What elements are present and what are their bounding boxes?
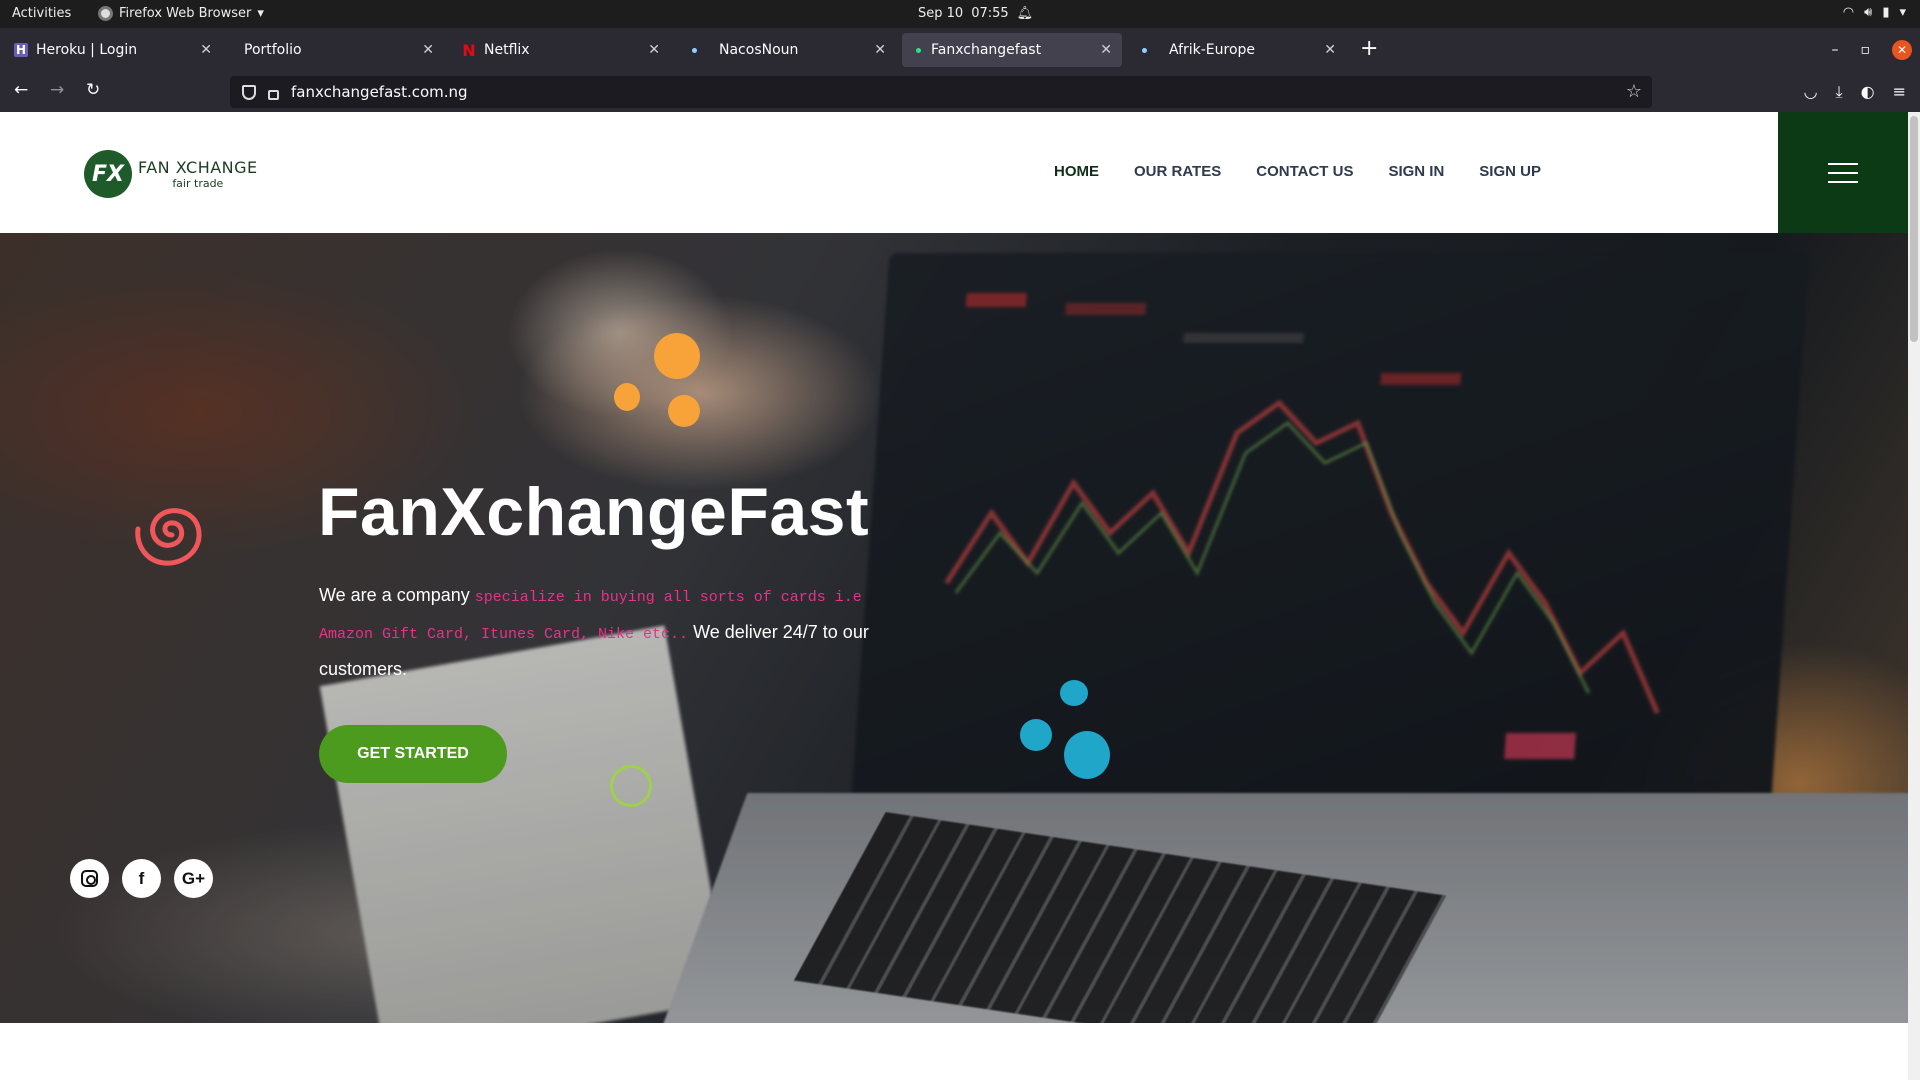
site-header: FX FAN XCHANGE fair trade HOME OUR RATES… <box>0 112 1908 233</box>
hero-title: FanXchangeFast <box>318 474 870 550</box>
tab-afrik-europe[interactable]: Afrik-Europe ✕ <box>1128 33 1346 67</box>
close-window-icon[interactable]: ✕ <box>1892 40 1912 60</box>
close-icon[interactable]: ✕ <box>200 42 212 58</box>
hamburger-icon <box>1828 162 1858 165</box>
decor-dot <box>668 395 700 427</box>
close-icon[interactable]: ✕ <box>874 42 886 58</box>
logo-mark: FX <box>84 150 132 198</box>
close-icon[interactable]: ✕ <box>1100 42 1112 58</box>
netflix-icon: N <box>462 40 476 60</box>
tab-portfolio[interactable]: Portfolio ✕ <box>226 33 444 67</box>
app-menu[interactable]: Firefox Web Browser ▾ <box>98 6 264 21</box>
tab-title: NacosNoun <box>719 42 799 58</box>
decor-dot <box>614 383 640 411</box>
shield-icon[interactable] <box>242 84 256 100</box>
swirl-decoration <box>135 508 202 566</box>
alarm-icon: 🔔︎ <box>1016 6 1034 21</box>
caret-down-icon: ▾ <box>1899 5 1906 20</box>
page-scrollbar[interactable] <box>1908 112 1920 1080</box>
logo-tagline: fair trade <box>172 177 224 190</box>
menu-item-sign-in[interactable]: SIGN IN <box>1388 163 1444 180</box>
facebook-link[interactable]: f <box>122 859 161 898</box>
bookmark-star-icon[interactable]: ☆ <box>1626 81 1642 102</box>
tab-title: Heroku | Login <box>36 42 138 58</box>
decor-dot <box>654 333 700 379</box>
tab-fanxchangefast[interactable]: Fanxchangefast ✕ <box>902 33 1122 67</box>
hero-overlay <box>0 233 1908 1023</box>
decor-dot <box>1060 680 1088 706</box>
navigation-bar: ← → ↻ fanxchangefast.com.ng ☆ ◡ ⤓ ◐ ≡ <box>0 72 1920 112</box>
clock[interactable]: Sep 10 07:55 🔔︎ <box>918 6 1033 21</box>
dot-icon <box>916 47 921 53</box>
window-controls: – ▫ ✕ <box>1832 40 1912 60</box>
google-plus-icon: G+ <box>181 868 206 888</box>
reload-icon[interactable]: ↻ <box>86 80 100 100</box>
dot-icon <box>692 47 697 53</box>
hamburger-line <box>1828 180 1858 183</box>
clock-time: 07:55 <box>971 6 1009 21</box>
logo-brand: FAN XCHANGE <box>138 158 258 177</box>
web-page: FX FAN XCHANGE fair trade HOME OUR RATES… <box>0 112 1908 1080</box>
google-plus-link[interactable]: G+ <box>174 859 213 898</box>
clock-date: Sep 10 <box>918 6 964 21</box>
new-tab-button[interactable]: + <box>1360 34 1378 64</box>
scrollbar-thumb[interactable] <box>1910 116 1918 342</box>
facebook-icon: f <box>138 868 145 888</box>
tab-strip: H Heroku | Login ✕ Portfolio ✕ N Netflix… <box>0 28 1920 72</box>
tab-nacosnoun[interactable]: NacosNoun ✕ <box>678 33 896 67</box>
close-icon[interactable]: ✕ <box>648 42 660 58</box>
social-links: f G+ <box>70 859 213 898</box>
hero-description-lead: We are a company <box>319 585 475 605</box>
menu-item-our-rates[interactable]: OUR RATES <box>1134 163 1221 180</box>
menu-item-contact-us[interactable]: CONTACT US <box>1256 163 1353 180</box>
tab-netflix[interactable]: N Netflix ✕ <box>452 33 670 67</box>
url-text[interactable]: fanxchangefast.com.ng <box>291 83 468 101</box>
toolbar-icons: ◡ ⤓ ◐ ≡ <box>1804 82 1906 102</box>
menu-icon[interactable]: ≡ <box>1893 82 1906 102</box>
main-menu: HOME OUR RATES CONTACT US SIGN IN SIGN U… <box>1054 163 1541 180</box>
lock-icon[interactable] <box>268 89 279 100</box>
activities-button[interactable]: Activities <box>12 6 71 21</box>
back-icon[interactable]: ← <box>14 80 28 100</box>
caret-down-icon: ▾ <box>257 6 264 21</box>
hero-description: We are a company specialize in buying al… <box>319 578 899 686</box>
system-top-bar: Activities Firefox Web Browser ▾ Sep 10 … <box>0 0 1920 28</box>
url-bar[interactable]: fanxchangefast.com.ng ☆ <box>230 76 1652 108</box>
hamburger-menu-button[interactable] <box>1778 112 1908 233</box>
extension-icon[interactable]: ◐ <box>1861 82 1875 102</box>
instagram-link[interactable] <box>70 859 109 898</box>
decor-dot <box>1020 719 1052 751</box>
tab-title: Netflix <box>484 42 530 58</box>
volume-icon: 🔊︎ <box>1864 5 1873 20</box>
maximize-icon[interactable]: ▫ <box>1861 42 1871 58</box>
app-menu-label: Firefox Web Browser <box>119 6 252 21</box>
download-icon[interactable]: ⤓ <box>1836 82 1843 102</box>
ring-decoration <box>610 765 652 807</box>
wifi-icon: ◠ <box>1842 5 1855 20</box>
pocket-icon[interactable]: ◡ <box>1804 82 1818 102</box>
menu-item-home[interactable]: HOME <box>1054 163 1099 180</box>
dot-icon <box>1142 47 1147 53</box>
site-logo[interactable]: FX FAN XCHANGE fair trade <box>84 150 258 198</box>
tab-title: Afrik-Europe <box>1169 42 1256 58</box>
tab-heroku[interactable]: H Heroku | Login ✕ <box>4 33 222 67</box>
menu-item-sign-up[interactable]: SIGN UP <box>1479 163 1541 180</box>
heroku-icon: H <box>14 43 28 57</box>
close-icon[interactable]: ✕ <box>1324 42 1336 58</box>
hero-section: FanXchangeFast We are a company speciali… <box>0 233 1908 1023</box>
decor-dot <box>1064 731 1110 779</box>
tab-title: Fanxchangefast <box>931 42 1042 58</box>
tab-title: Portfolio <box>244 42 302 58</box>
minimize-icon[interactable]: – <box>1832 42 1839 58</box>
hamburger-line <box>1828 171 1858 174</box>
firefox-icon <box>98 6 113 21</box>
battery-icon: ▮ <box>1882 5 1890 20</box>
instagram-icon <box>81 870 98 887</box>
get-started-button[interactable]: GET STARTED <box>319 725 507 783</box>
close-icon[interactable]: ✕ <box>422 42 434 58</box>
system-tray[interactable]: ◠ 🔊︎ ▮ ▾ <box>1843 5 1906 20</box>
forward-icon[interactable]: → <box>50 80 64 100</box>
